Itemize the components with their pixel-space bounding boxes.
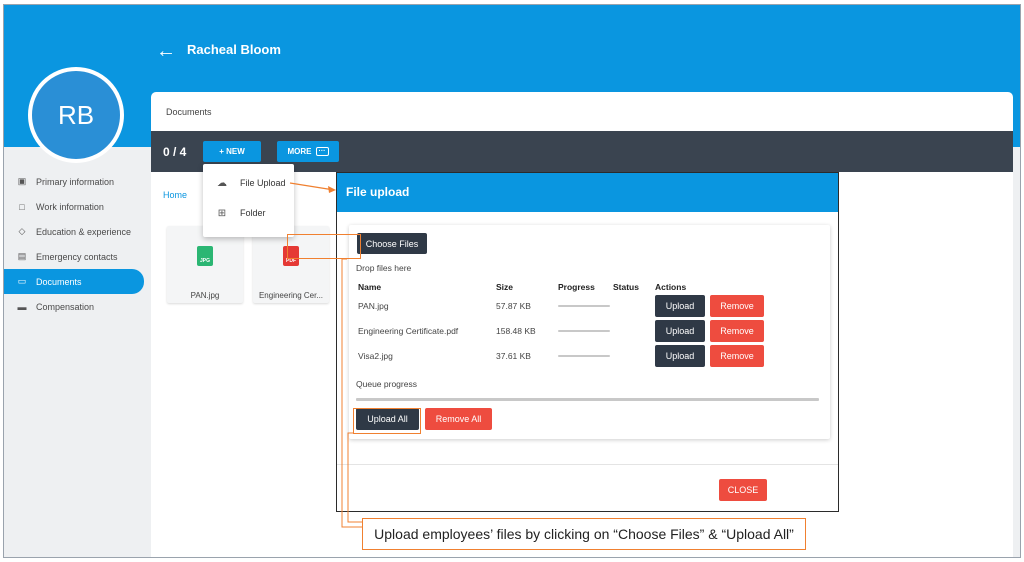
row-progress-bar xyxy=(558,305,610,307)
remove-button[interactable]: Remove xyxy=(710,320,764,342)
new-dropdown-menu: ☁ File Upload ⊞ Folder xyxy=(203,164,294,237)
modal-title: File upload xyxy=(346,185,410,199)
file-name: PAN.jpg xyxy=(190,291,220,300)
file-name: Engineering Cer... xyxy=(258,291,324,300)
upload-button[interactable]: Upload xyxy=(655,295,705,317)
sidebar-item-emergency-contacts[interactable]: ▤ Emergency contacts xyxy=(4,244,144,269)
sidebar-item-label: Work information xyxy=(36,201,104,212)
column-header-progress: Progress xyxy=(558,282,595,292)
sidebar-item-work-information[interactable]: □ Work information xyxy=(4,194,144,219)
choose-files-button[interactable]: Choose Files xyxy=(357,233,427,254)
cloud-upload-icon: ☁ xyxy=(217,177,227,189)
upload-button[interactable]: Upload xyxy=(655,345,705,367)
row-progress-bar xyxy=(558,355,610,357)
upload-button[interactable]: Upload xyxy=(655,320,705,342)
sidebar: ▣ Primary information □ Work information… xyxy=(4,169,144,319)
sidebar-item-compensation[interactable]: ▬ Compensation xyxy=(4,294,144,319)
graduation-cap-icon: ◇ xyxy=(18,226,26,236)
queue-progress-bar xyxy=(356,398,819,401)
drop-zone-text[interactable]: Drop files here xyxy=(356,263,411,273)
dots-icon: ··· xyxy=(315,147,329,156)
sidebar-item-label: Emergency contacts xyxy=(36,251,118,262)
highlight-choose-files xyxy=(287,234,361,259)
sidebar-item-primary-information[interactable]: ▣ Primary information xyxy=(4,169,144,194)
queue-progress-label: Queue progress xyxy=(356,379,417,389)
row-file-size: 57.87 KB xyxy=(496,301,531,311)
file-upload-modal: File upload Choose Files Drop files here… xyxy=(336,172,839,512)
selection-count: 0 / 4 xyxy=(163,145,187,159)
remove-button[interactable]: Remove xyxy=(710,345,764,367)
upload-card: Choose Files Drop files here Name Size P… xyxy=(349,225,830,439)
briefcase-icon: □ xyxy=(19,201,25,212)
arrow-left-icon[interactable]: ← xyxy=(156,41,176,61)
folder-icon: ▭ xyxy=(17,276,27,286)
modal-header: File upload xyxy=(337,173,838,212)
sidebar-item-label: Primary information xyxy=(36,176,115,187)
more-button[interactable]: MORE ··· xyxy=(277,141,339,162)
close-button[interactable]: CLOSE xyxy=(719,479,767,501)
sidebar-item-education[interactable]: ◇ Education & experience xyxy=(4,219,144,244)
sidebar-item-documents[interactable]: ▭ Documents xyxy=(4,269,144,294)
money-card-icon: ▬ xyxy=(17,301,27,312)
column-header-actions: Actions xyxy=(655,282,687,292)
menu-item-file-upload[interactable]: ☁ File Upload xyxy=(214,175,286,191)
file-card[interactable]: JPG PAN.jpg xyxy=(167,226,243,303)
sidebar-item-label: Compensation xyxy=(36,301,95,312)
panel-title: Documents xyxy=(166,107,212,117)
contacts-card-icon: ▤ xyxy=(17,251,27,261)
sidebar-item-label: Documents xyxy=(36,276,82,287)
row-progress-bar xyxy=(558,330,610,332)
menu-item-label: File Upload xyxy=(240,178,286,188)
modal-footer-divider xyxy=(337,464,838,465)
breadcrumb-home[interactable]: Home xyxy=(163,190,187,200)
employee-name: Racheal Bloom xyxy=(187,42,281,57)
menu-item-label: Folder xyxy=(240,208,266,218)
new-button[interactable]: + NEW xyxy=(203,141,261,162)
column-header-status: Status xyxy=(613,282,639,292)
id-card-icon: ▣ xyxy=(17,176,27,186)
more-label: MORE xyxy=(287,147,312,156)
column-header-name: Name xyxy=(358,282,382,292)
sidebar-item-label: Education & experience xyxy=(36,226,132,237)
app-frame: ← Racheal Bloom RB ▣ Primary information… xyxy=(3,4,1021,558)
row-file-size: 37.61 KB xyxy=(496,351,531,361)
row-file-name: Visa2.jpg xyxy=(358,351,393,361)
new-folder-icon: ⊞ xyxy=(217,207,227,219)
column-header-size: Size xyxy=(496,282,514,292)
row-file-name: Engineering Certificate.pdf xyxy=(358,326,459,336)
jpg-file-icon: JPG xyxy=(197,246,213,266)
menu-item-folder[interactable]: ⊞ Folder xyxy=(214,205,266,221)
remove-button[interactable]: Remove xyxy=(710,295,764,317)
row-file-size: 158.48 KB xyxy=(496,326,536,336)
row-file-name: PAN.jpg xyxy=(358,301,389,311)
annotation-callout: Upload employees’ files by clicking on “… xyxy=(362,518,806,550)
remove-all-button[interactable]: Remove All xyxy=(425,408,492,430)
highlight-upload-all xyxy=(353,408,421,434)
avatar: RB xyxy=(28,67,124,163)
